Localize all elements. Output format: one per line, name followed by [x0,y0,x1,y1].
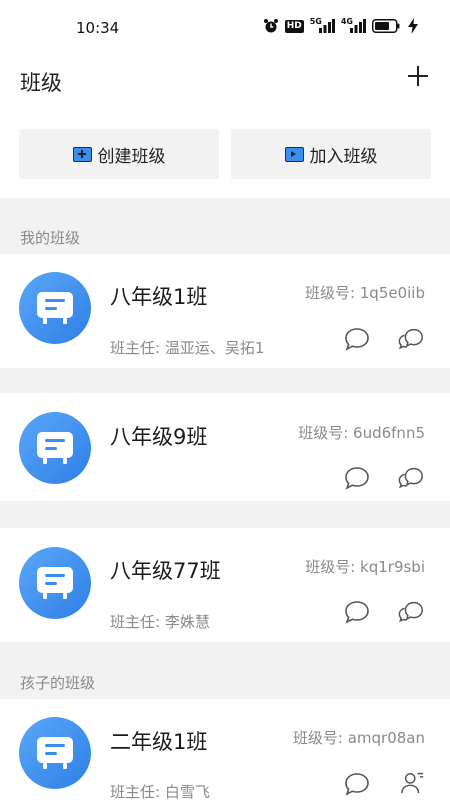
charging-icon [408,18,418,34]
class-name: 八年级9班 [110,425,208,449]
signal-4g-icon: 4G [340,16,366,33]
create-plus-icon [72,146,92,162]
class-name: 八年级1班 [110,285,208,309]
class-avatar [19,547,91,619]
create-class-label: 创建班级 [97,146,166,167]
hd-icon: HD [284,19,304,33]
chat-icon[interactable] [343,466,371,490]
class-code: 班级号: kq1r9sbi [305,558,425,576]
classroom-icon [37,432,73,464]
join-class-label: 加入班级 [309,146,378,167]
class-code: 班级号: 1q5e0iib [304,284,425,302]
status-time: 10:34 [76,19,120,37]
join-arrow-icon [284,146,304,162]
status-bar: 10:34 HD 5G 4G [0,0,450,56]
battery-icon [372,19,402,33]
classroom-icon [37,737,73,769]
class-teacher: 班主任: 温亚运、吴拓1 [110,339,265,357]
class-name: 二年级1班 [110,730,208,754]
add-button[interactable] [406,64,430,88]
network-4g-label: 4G [340,16,353,26]
page-title: 班级 [20,71,62,95]
class-card[interactable]: 八年级1班 班级号: 1q5e0iib 班主任: 温亚运、吴拓1 [0,254,450,368]
classroom-icon [37,567,73,599]
group-chat-icon[interactable] [397,600,425,624]
class-name: 八年级77班 [110,559,221,583]
alarm-icon [263,18,279,34]
class-code: 班级号: amqr08an [292,729,425,747]
teacher-contact-icon[interactable] [399,771,427,795]
class-card[interactable]: 二年级1班 班级号: amqr08an 班主任: 白雪飞 [0,699,450,800]
class-avatar [19,412,91,484]
class-avatar [19,272,91,344]
class-card[interactable]: 八年级77班 班级号: kq1r9sbi 班主任: 李姝慧 [0,528,450,642]
signal-5g-icon: 5G [309,16,335,33]
classroom-icon [37,292,73,324]
chat-icon[interactable] [343,327,371,351]
status-icons: HD 5G 4G [263,16,418,34]
class-avatar [19,717,91,789]
section-my-classes: 我的班级 [20,229,81,247]
class-teacher: 班主任: 白雪飞 [110,783,210,800]
class-code: 班级号: 6ud6fnn5 [298,424,425,442]
group-chat-icon[interactable] [397,327,425,351]
group-chat-icon[interactable] [397,466,425,490]
join-class-button[interactable]: 加入班级 [231,129,431,179]
create-class-button[interactable]: 创建班级 [19,129,219,179]
header: 班级 创建班级 加入班级 [0,56,450,198]
section-child-classes: 孩子的班级 [20,674,96,692]
network-5g-label: 5G [309,16,322,26]
chat-icon[interactable] [343,600,371,624]
class-card[interactable]: 八年级9班 班级号: 6ud6fnn5 [0,393,450,501]
plus-icon [408,66,428,86]
chat-icon[interactable] [343,772,371,796]
class-teacher: 班主任: 李姝慧 [110,613,210,631]
